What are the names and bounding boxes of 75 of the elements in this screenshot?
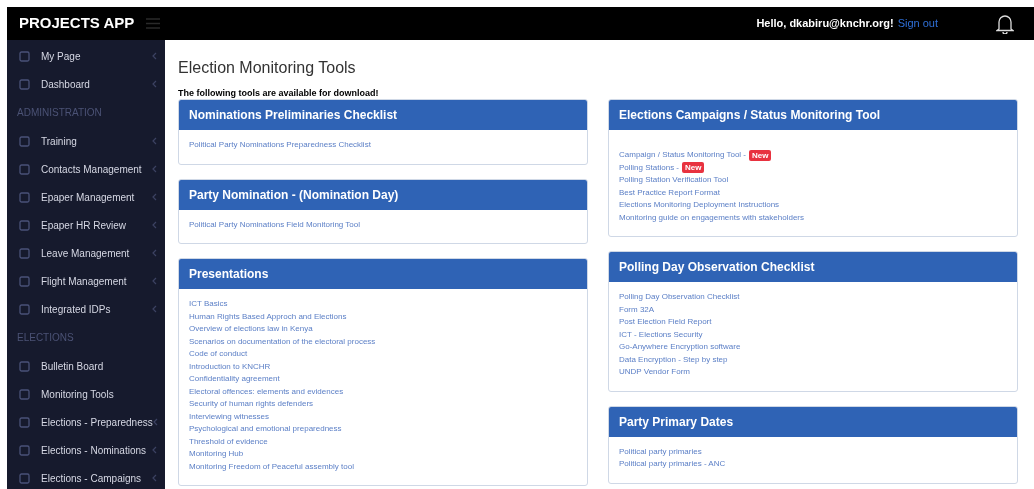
menu-item-icon: [19, 247, 30, 259]
page-title: Election Monitoring Tools: [178, 58, 357, 78]
sidebar-item[interactable]: Epaper HR Review: [7, 211, 165, 239]
panel-header: Party Nomination - (Nomination Day): [179, 179, 587, 210]
sidebar-item[interactable]: Flight Management: [7, 267, 165, 295]
menu-item-icon: [19, 135, 30, 147]
download-link[interactable]: Psychological and emotional preparedness: [189, 423, 342, 436]
sidebar-item[interactable]: Elections - Nominations: [7, 436, 165, 464]
panel-header: Presentations: [179, 259, 587, 289]
download-link[interactable]: Political party primaries - ANC: [619, 458, 726, 471]
panel-header: Party Primary Dates: [609, 406, 1017, 437]
sidebar-item[interactable]: Elections - Campaigns: [7, 464, 165, 489]
menu-item-icon: [19, 191, 30, 203]
download-link[interactable]: Threshold of evidence: [189, 435, 268, 448]
download-link[interactable]: Political party primaries: [619, 445, 702, 458]
menu-item-icon: [19, 275, 30, 287]
menu-item-icon: [19, 444, 30, 456]
panel-header: Elections Campaigns / Status Monitoring Tool: [609, 100, 1017, 130]
download-link[interactable]: Confidentiality agreement: [189, 373, 280, 386]
download-link[interactable]: Form 32A: [619, 303, 655, 316]
new-badge: New: [682, 162, 705, 174]
menu-item-icon: [19, 360, 30, 372]
download-link[interactable]: Security of human rights defenders: [189, 398, 314, 411]
app-title: PROJECTS APP: [19, 13, 135, 34]
menu-item-icon: [19, 78, 30, 90]
intro-text: The following tools are available for download!: [178, 88, 380, 98]
menu-item-icon: [19, 163, 30, 175]
download-link[interactable]: Monitoring Hub: [189, 448, 244, 461]
sidebar-item[interactable]: Monitoring Tools: [7, 380, 165, 408]
greeting-text: Hello, dkabiru@knchr.org!: [756, 16, 894, 32]
panel-header: Polling Day Observation Checklist: [609, 252, 1017, 282]
download-link[interactable]: Polling Day Observation Checklist: [619, 291, 740, 304]
download-link[interactable]: Electoral offences: elements and evidences: [189, 385, 344, 398]
download-link[interactable]: Elections Monitoring Deployment Instructions: [619, 199, 780, 212]
menu-item-icon: [19, 219, 30, 231]
sidebar-item[interactable]: Training: [7, 127, 165, 155]
bell-icon[interactable]: [996, 13, 1014, 34]
download-link[interactable]: Best Practice Report Format: [619, 186, 720, 199]
menu-item-icon: [19, 416, 30, 428]
download-link[interactable]: Political Party Nominations Preparedness Checklist: [189, 139, 371, 152]
sidebar-item[interactable]: Bulletin Board: [7, 352, 165, 380]
download-link[interactable]: Introduction to KNCHR: [189, 360, 271, 373]
download-link[interactable]: Data Encryption - Step by step: [619, 353, 728, 366]
download-link[interactable]: Political Party Nominations Field Monitoring Tool: [189, 218, 361, 231]
download-link[interactable]: Human Rights Based Approch and Elections: [189, 310, 347, 323]
sidebar-item[interactable]: Leave Management: [7, 239, 165, 267]
menu-item-icon: [19, 50, 30, 62]
download-link[interactable]: Overview of elections law in Kenya: [189, 323, 313, 336]
download-link[interactable]: Scenarios on documentation of the electoral process: [189, 335, 376, 348]
sidebar-item[interactable]: Epaper Management: [7, 183, 165, 211]
sidebar-item[interactable]: My Page: [7, 42, 165, 70]
menu-item-icon: [19, 388, 30, 400]
download-link[interactable]: Campaign / Status Monitoring Tool -: [619, 149, 747, 162]
download-link[interactable]: ICT Basics: [189, 298, 228, 311]
menu-item-icon: [19, 303, 30, 315]
panel-header: Nominations Preliminaries Checklist: [179, 100, 587, 130]
download-link[interactable]: ICT - Elections Security: [619, 328, 703, 341]
download-link[interactable]: Code of conduct: [189, 348, 248, 361]
download-link[interactable]: Polling Stations -: [619, 161, 680, 174]
download-link[interactable]: Monitoring Freedom of Peaceful assembly tool: [189, 460, 354, 473]
download-link[interactable]: Monitoring guide on engagements with stakeholders: [619, 211, 804, 224]
download-link[interactable]: UNDP Vendor Form: [619, 366, 690, 379]
download-link[interactable]: Interviewing witnesses: [189, 410, 270, 423]
download-link[interactable]: Post Election Field Report: [619, 316, 712, 329]
sidebar-item[interactable]: Elections - Preparedness: [7, 408, 165, 436]
sidebar-item[interactable]: Dashboard: [7, 70, 165, 98]
sign-out-link[interactable]: Sign out: [897, 15, 938, 32]
section-header: ELECTIONS: [17, 331, 74, 345]
download-link[interactable]: Go-Anywhere Encryption software: [619, 341, 741, 354]
new-badge: New: [749, 149, 772, 161]
sidebar-item[interactable]: Contacts Management: [7, 155, 165, 183]
download-link[interactable]: Polling Station Verification Tool: [619, 174, 729, 187]
sidebar-item[interactable]: Integrated IDPs: [7, 295, 165, 323]
menu-item-icon: [19, 472, 30, 484]
section-header: ADMINISTRATION: [17, 106, 102, 120]
